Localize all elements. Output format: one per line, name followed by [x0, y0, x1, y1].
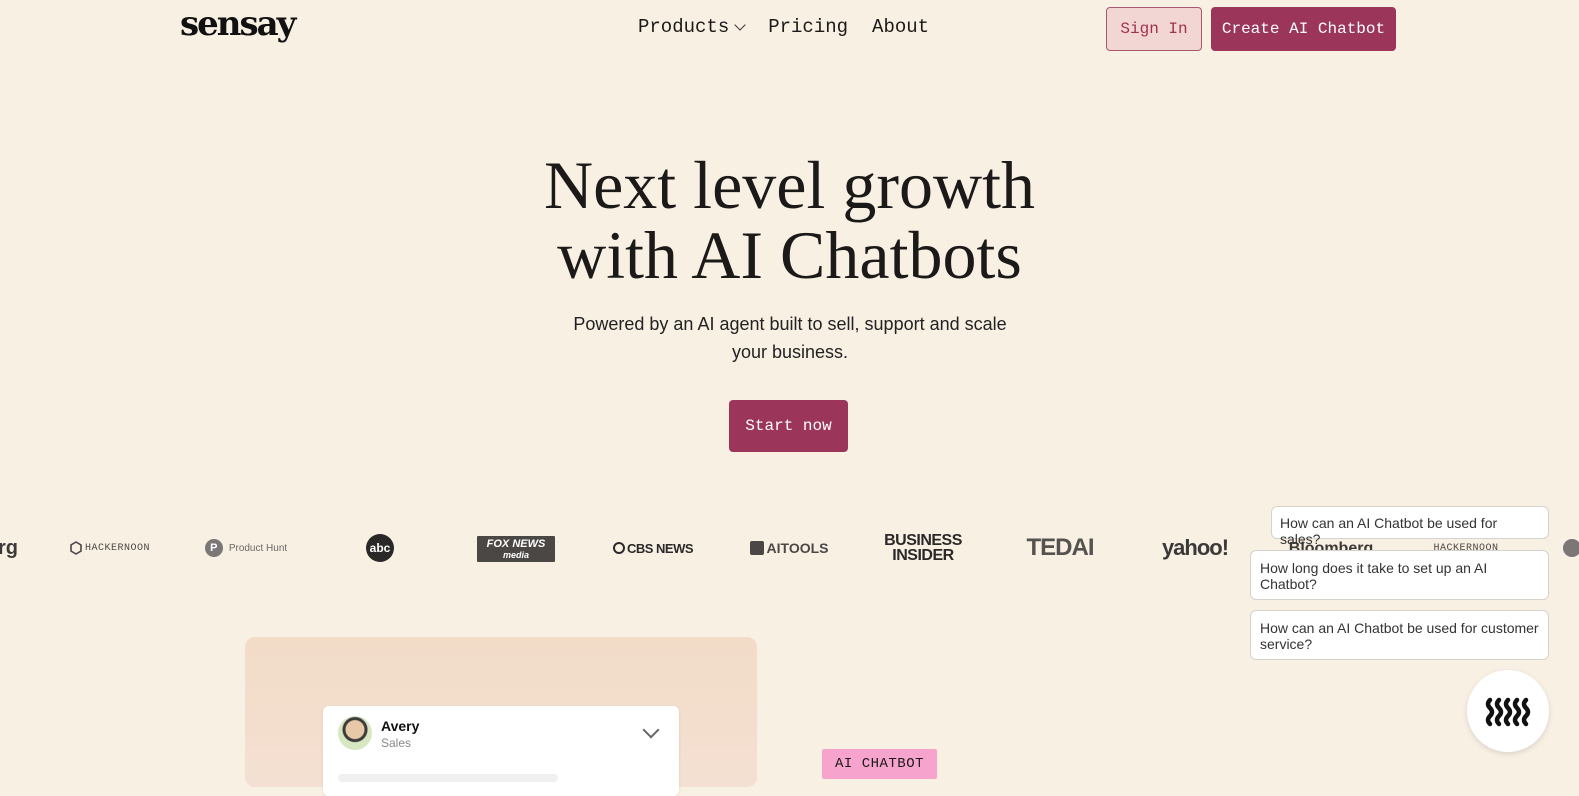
- chat-launcher-button[interactable]: [1467, 670, 1549, 752]
- agent-name: Avery: [381, 718, 420, 734]
- product-hunt-logo: P Product Hunt: [204, 532, 288, 564]
- hero-title: Next level growth with AI Chatbots: [0, 150, 1579, 290]
- ted-ai-logo: TEDAI: [1026, 534, 1095, 561]
- message-placeholder: [338, 774, 558, 782]
- abc-logo: abc: [362, 532, 398, 564]
- ai-tools-logo: AITOOLS: [746, 532, 832, 564]
- hero-subtitle: Powered by an AI agent built to sell, su…: [573, 314, 1007, 362]
- ai-chatbot-badge: AI CHATBOT: [822, 749, 938, 779]
- chevron-down-icon[interactable]: [642, 721, 660, 739]
- hero-title-line2: with AI Chatbots: [557, 217, 1022, 293]
- chevron-down-icon: [734, 19, 746, 31]
- agent-role: Sales: [381, 736, 412, 750]
- product-hunt-logo-partial: [1563, 532, 1579, 564]
- nav-products-label: Products: [638, 16, 730, 38]
- business-insider-logo: BUSINESS INSIDER: [884, 532, 962, 564]
- start-now-button[interactable]: Start now: [729, 400, 848, 452]
- main-nav: Products Pricing About: [638, 16, 929, 38]
- agent-chat-card[interactable]: Avery Sales: [323, 706, 679, 796]
- nav-pricing[interactable]: Pricing: [768, 16, 848, 38]
- avatar: [338, 716, 372, 750]
- suggestion-sales[interactable]: How can an AI Chatbot be used for sales?: [1271, 506, 1549, 547]
- sensay-logo[interactable]: sensay: [180, 4, 296, 44]
- sign-in-button[interactable]: Sign In: [1106, 7, 1202, 51]
- cbs-news-logo: CBS NEWS: [610, 532, 696, 564]
- suggestion-customer-service[interactable]: How can an AI Chatbot be used for custom…: [1250, 610, 1549, 660]
- hackernoon-logo: HACKERNOON: [68, 532, 152, 564]
- bloomberg-logo-partial: rg: [0, 536, 18, 559]
- sensay-chat-icon: [1485, 697, 1531, 727]
- create-ai-chatbot-button[interactable]: Create AI Chatbot: [1211, 7, 1396, 51]
- nav-products[interactable]: Products: [638, 16, 746, 38]
- nav-about[interactable]: About: [872, 16, 929, 38]
- yahoo-logo: yahoo!: [1161, 535, 1229, 560]
- suggestion-setup-time[interactable]: How long does it take to set up an AI Ch…: [1250, 550, 1549, 600]
- hero-title-line1: Next level growth: [544, 147, 1035, 223]
- fox-news-media-logo: FOX NEWS media: [477, 536, 555, 562]
